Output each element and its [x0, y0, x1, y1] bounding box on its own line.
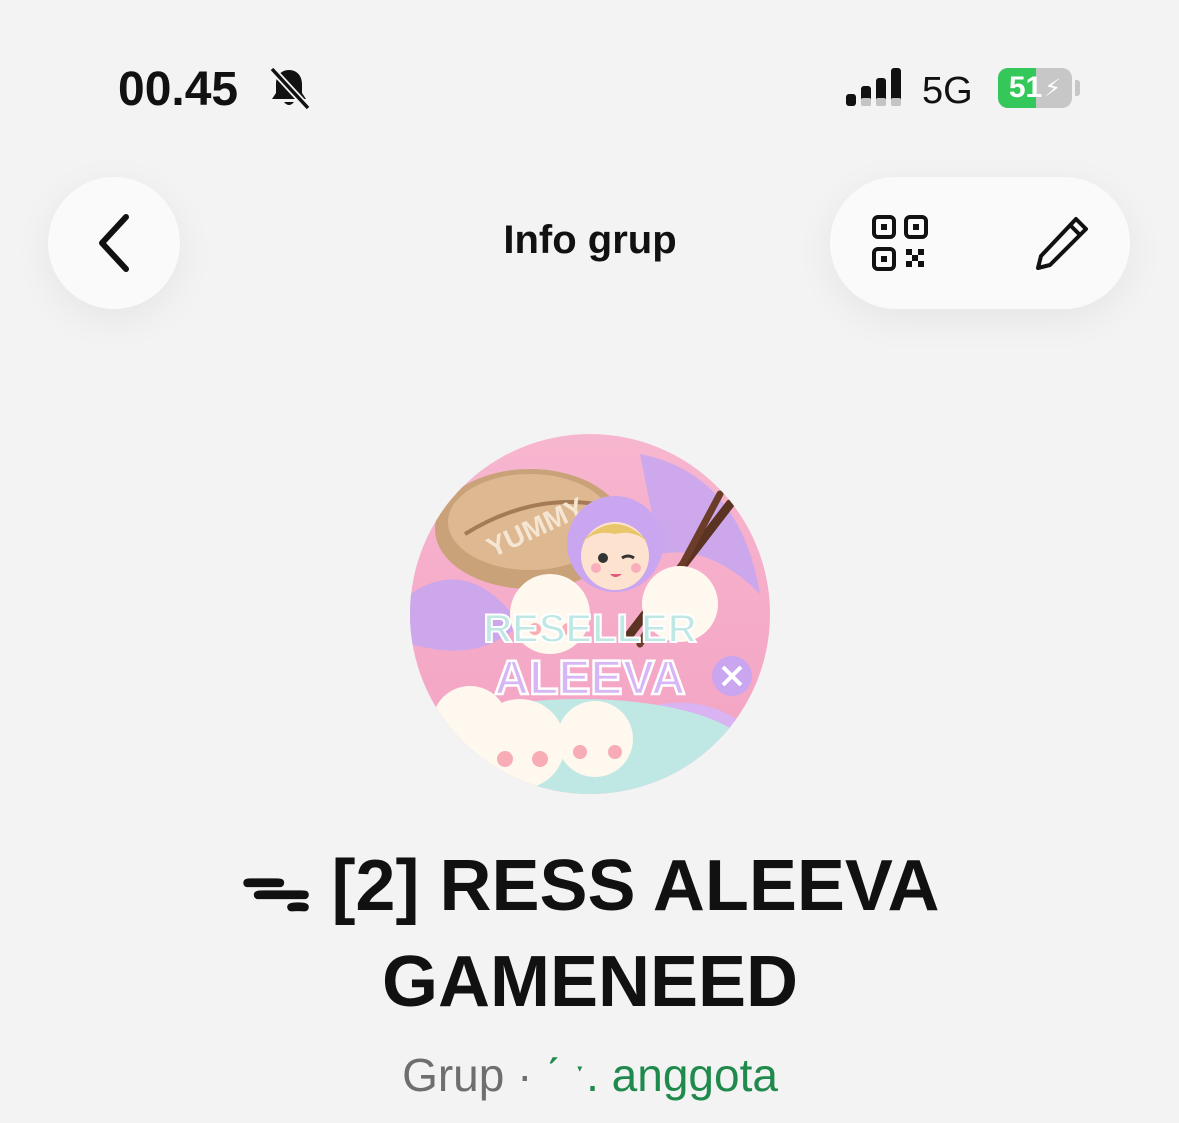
page-title: Info grup — [503, 218, 677, 262]
status-time: 00.45 — [118, 63, 239, 116]
qr-code-icon — [872, 215, 928, 271]
member-count-link[interactable]: ˊ ˑ. anggota — [545, 1049, 778, 1101]
battery-charging-icon: 51 ⚡ — [998, 68, 1072, 108]
group-meta: Grup · ˊ ˑ. anggota — [90, 1048, 1090, 1102]
group-name: ᯓ [2] RESS ALEEVA GAMENEED — [240, 846, 940, 1022]
bell-off-icon — [269, 66, 311, 110]
header-actions — [830, 177, 1130, 309]
chevron-left-icon — [99, 214, 129, 272]
avatar-text-line2: ALEEVA — [494, 652, 685, 705]
bolt-icon: ⚡ — [1044, 74, 1062, 102]
back-button[interactable] — [48, 177, 180, 309]
pencil-icon — [1036, 217, 1088, 270]
group-type: Grup · — [402, 1049, 546, 1101]
battery-level: 51 — [1008, 71, 1043, 104]
battery-cap — [1075, 80, 1080, 96]
signal-icon — [846, 68, 901, 106]
qr-code-button[interactable] — [864, 209, 936, 277]
status-bar: 00.45 5G 51 ⚡ — [0, 0, 1179, 150]
edit-button[interactable] — [1026, 209, 1098, 277]
group-avatar-image: YUMMY RESELLER ALEEVA — [410, 434, 770, 794]
network-type: 5G — [922, 70, 973, 112]
group-avatar[interactable]: YUMMY RESELLER ALEEVA — [410, 434, 770, 794]
avatar-text-line1: RESELLER — [483, 607, 696, 651]
